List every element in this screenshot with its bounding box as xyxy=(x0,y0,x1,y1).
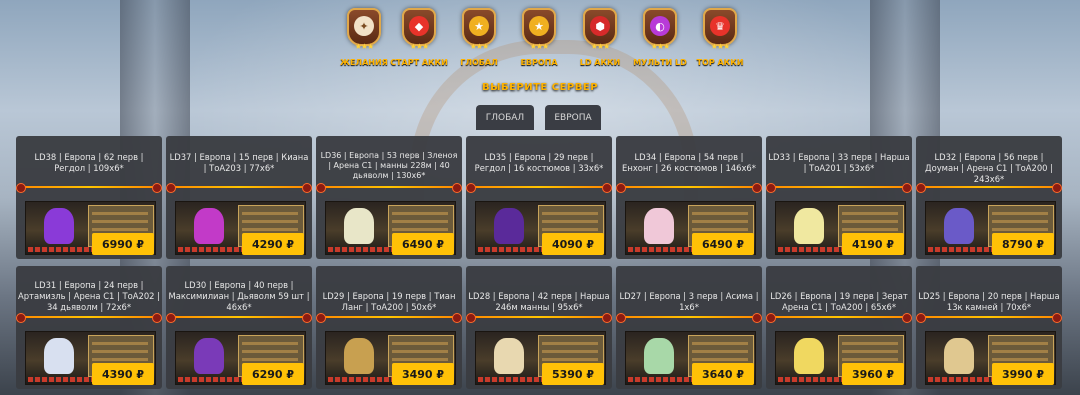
account-title: LD27 | Европа | 3 перв | Асима | 1х6* xyxy=(619,291,759,312)
card-divider xyxy=(766,183,912,193)
account-card[interactable]: LD35 | Европа | 29 перв | Регдол | 16 ко… xyxy=(466,136,612,259)
account-title: LD37 | Европа | 15 перв | Киана | ТоА203… xyxy=(169,152,309,173)
card-divider xyxy=(916,183,1062,193)
account-title: LD25 | Европа | 20 перв | Нарша 13к камн… xyxy=(918,291,1060,312)
account-card[interactable]: LD32 | Европа | 56 перв | Доуман | Арена… xyxy=(916,136,1062,259)
account-card[interactable]: LD34 | Европа | 54 перв | Енхонг | 26 ко… xyxy=(616,136,762,259)
category-badge: ★ ★★★ xyxy=(522,8,556,51)
price-badge: 4190 ₽ xyxy=(842,233,904,255)
hero-figure xyxy=(794,208,824,244)
red-gem-icon: ◆ xyxy=(409,16,429,36)
account-card[interactable]: LD26 | Европа | 19 перв | Зерат Арена С1… xyxy=(766,266,912,389)
account-card[interactable]: LD38 | Европа | 62 перв | Регдол | 109х6… xyxy=(16,136,162,259)
hero-figure xyxy=(794,338,824,374)
price-badge: 6290 ₽ xyxy=(242,363,304,385)
card-divider xyxy=(466,183,612,193)
hero-figure xyxy=(494,338,524,374)
hero-figure xyxy=(344,338,374,374)
card-divider xyxy=(616,313,762,323)
price-badge: 8790 ₽ xyxy=(992,233,1054,255)
category-label: TOP АККИ xyxy=(696,58,744,67)
price-badge: 4290 ₽ xyxy=(242,233,304,255)
card-divider xyxy=(16,313,162,323)
stars-icon: ★★★ xyxy=(469,42,490,51)
dual-orb-icon: ◐ xyxy=(650,16,670,36)
category-badge: ♛ ★★★ xyxy=(703,8,737,51)
card-divider xyxy=(316,183,462,193)
account-title: LD35 | Европа | 29 перв | Регдол | 16 ко… xyxy=(474,152,604,173)
price-badge: 3490 ₽ xyxy=(392,363,454,385)
price-badge: 3960 ₽ xyxy=(842,363,904,385)
account-title: LD26 | Европа | 19 перв | Зерат Арена С1… xyxy=(770,291,908,312)
account-title: LD33 | Европа | 33 перв | Нарша | ТоА201… xyxy=(768,152,910,173)
category-badge: ◐ ★★★ xyxy=(643,8,677,51)
category-badge: ✦ ★★★ xyxy=(347,8,381,51)
category-badge: ⬢ ★★★ xyxy=(583,8,617,51)
account-card[interactable]: LD33 | Европа | 33 перв | Нарша | ТоА201… xyxy=(766,136,912,259)
account-card[interactable]: LD25 | Европа | 20 перв | Нарша 13к камн… xyxy=(916,266,1062,389)
price-badge: 5390 ₽ xyxy=(542,363,604,385)
stars-icon: ★★★ xyxy=(529,42,550,51)
price-badge: 4390 ₽ xyxy=(92,363,154,385)
account-title: LD38 | Европа | 62 перв | Регдол | 109х6… xyxy=(34,152,144,173)
wings-icon: ✦ xyxy=(354,16,374,36)
price-badge: 4090 ₽ xyxy=(542,233,604,255)
account-title: LD28 | Европа | 42 перв | Нарша 246м ман… xyxy=(468,291,610,312)
hero-figure xyxy=(644,338,674,374)
red-dice-icon: ⬢ xyxy=(590,16,610,36)
price-badge: 6490 ₽ xyxy=(692,233,754,255)
card-divider xyxy=(616,183,762,193)
account-card[interactable]: LD30 | Европа | 40 перв | Максимилиан | … xyxy=(166,266,312,389)
card-divider xyxy=(166,183,312,193)
red-crown-icon: ♛ xyxy=(710,16,730,36)
card-divider xyxy=(166,313,312,323)
account-card[interactable]: LD28 | Европа | 42 перв | Нарша 246м ман… xyxy=(466,266,612,389)
card-divider xyxy=(916,313,1062,323)
hero-figure xyxy=(44,338,74,374)
hero-figure xyxy=(494,208,524,244)
stars-icon: ★★★ xyxy=(590,42,611,51)
account-title: LD36 | Европа | 53 перв | Зленоя | Арена… xyxy=(320,151,458,180)
account-card[interactable]: LD36 | Европа | 53 перв | Зленоя | Арена… xyxy=(316,136,462,259)
card-divider xyxy=(766,313,912,323)
account-card[interactable]: LD29 | Европа | 19 перв | Тиан Ланг | То… xyxy=(316,266,462,389)
card-divider xyxy=(466,313,612,323)
account-title: LD31 | Европа | 24 перв | Артамизль | Ар… xyxy=(18,280,160,312)
card-divider xyxy=(316,313,462,323)
hero-figure xyxy=(194,208,224,244)
account-title: LD29 | Европа | 19 перв | Тиан Ланг | То… xyxy=(322,291,456,312)
price-badge: 3990 ₽ xyxy=(992,363,1054,385)
gold-star-icon: ★ xyxy=(529,16,549,36)
tab-europe[interactable]: ЕВРОПА xyxy=(545,105,601,130)
account-card[interactable]: LD31 | Европа | 24 перв | Артамизль | Ар… xyxy=(16,266,162,389)
account-card[interactable]: LD37 | Европа | 15 перв | Киана | ТоА203… xyxy=(166,136,312,259)
category-top-accounts[interactable]: ♛ ★★★ TOP АККИ xyxy=(682,8,758,67)
stars-icon: ★★★ xyxy=(710,42,731,51)
account-title: LD34 | Европа | 54 перв | Енхонг | 26 ко… xyxy=(622,152,756,173)
account-title: LD30 | Европа | 40 перв | Максимилиан | … xyxy=(168,280,310,312)
account-title: LD32 | Европа | 56 перв | Доуман | Арена… xyxy=(925,152,1053,184)
price-badge: 3640 ₽ xyxy=(692,363,754,385)
tab-global[interactable]: ГЛОБАЛ xyxy=(476,105,534,130)
stars-icon: ★★★ xyxy=(650,42,671,51)
hero-figure xyxy=(944,208,974,244)
hero-figure xyxy=(344,208,374,244)
price-badge: 6490 ₽ xyxy=(392,233,454,255)
stars-icon: ★★★ xyxy=(409,42,430,51)
category-badge: ★ ★★★ xyxy=(462,8,496,51)
server-title: ВЫБЕРИТЕ СЕРВЕР xyxy=(481,82,599,93)
category-bar: ✦ ★★★ ЖЕЛАНИЯ ◆ ★★★ СТАРТ АККИ ★ ★★★ ГЛО… xyxy=(0,8,1080,68)
hero-figure xyxy=(44,208,74,244)
category-badge: ◆ ★★★ xyxy=(402,8,436,51)
hero-figure xyxy=(944,338,974,374)
gold-star-icon: ★ xyxy=(469,16,489,36)
price-badge: 6990 ₽ xyxy=(92,233,154,255)
card-divider xyxy=(16,183,162,193)
stars-icon: ★★★ xyxy=(354,42,375,51)
account-card[interactable]: LD27 | Европа | 3 перв | Асима | 1х6* 36… xyxy=(616,266,762,389)
hero-figure xyxy=(644,208,674,244)
hero-figure xyxy=(194,338,224,374)
